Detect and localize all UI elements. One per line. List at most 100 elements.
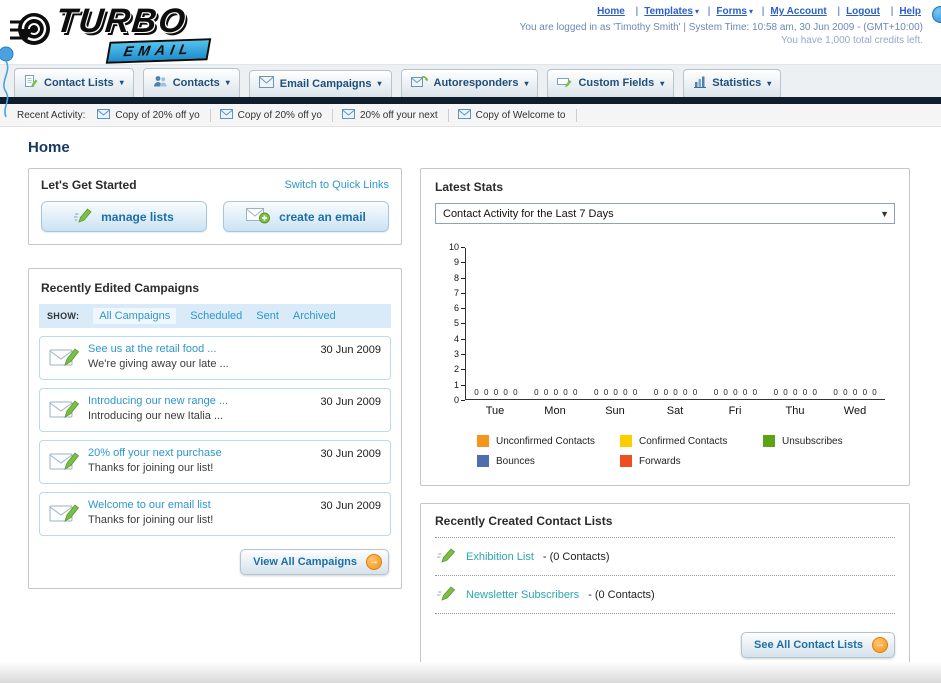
y-axis-label: 8 <box>454 273 465 283</box>
recent-activity-item[interactable]: 20% off your next <box>341 108 449 122</box>
campaign-list-item[interactable]: 20% off your next purchase Thanks for jo… <box>39 440 391 484</box>
bar-value-label: 0 <box>802 388 808 397</box>
tab-autoresponders[interactable]: Autoresponders ▾ <box>400 69 539 97</box>
top-nav-link[interactable]: Help <box>899 6 921 17</box>
chart-legend: Unconfirmed Contacts Confirmed Contacts Un… <box>477 435 909 467</box>
bar-value-label: 0 <box>862 388 868 397</box>
y-axis-label: 3 <box>454 350 465 359</box>
header: TURBO EMAIL Home Templates▾ Forms▾ My Ac… <box>0 0 941 118</box>
top-nav-item[interactable]: Templates▾ <box>630 6 699 17</box>
chart-plot: 00000000000000000000000000000000000 <box>465 248 885 400</box>
campaign-filter-link[interactable]: Sent <box>256 310 279 322</box>
envelope-pencil-icon <box>49 344 80 373</box>
bar-value-label: 0 <box>752 388 758 397</box>
see-all-contact-lists-button[interactable]: See All Contact Lists → <box>740 632 895 658</box>
recent-activity-item[interactable]: Copy of 20% off yo <box>97 108 211 122</box>
recent-activity-item-label: Copy of 20% off yo <box>237 109 322 121</box>
contact-list-name-link[interactable]: Newsletter Subscribers <box>466 589 579 601</box>
tab-label: Email Campaigns <box>279 77 372 90</box>
turbo-email-logo[interactable]: TURBO EMAIL <box>10 2 280 64</box>
legend-item: Confirmed Contacts <box>620 435 763 447</box>
switch-quick-links-link[interactable]: Switch to Quick Links <box>284 179 389 191</box>
manage-lists-button[interactable]: manage lists <box>41 201 207 232</box>
x-axis-label: Fri <box>728 405 742 417</box>
envelope-plus-icon <box>246 207 271 227</box>
envelope-icon <box>457 108 471 122</box>
recent-activity-item-label: Copy of 20% off yo <box>115 109 200 121</box>
contact-list-item[interactable]: Newsletter Subscribers - (0 Contacts) <box>435 575 895 613</box>
recent-activity-item[interactable]: Copy of Welcome to <box>457 108 577 122</box>
top-nav-item[interactable]: Help <box>885 6 923 17</box>
campaign-list-item[interactable]: Welcome to our email list Thanks for joi… <box>39 492 391 536</box>
tab-statistics[interactable]: Statistics ▾ <box>683 69 782 97</box>
bar-value-label: 0 <box>603 388 609 397</box>
campaign-list-item[interactable]: See us at the retail food ... We're givi… <box>39 336 391 380</box>
x-axis-label: Sun <box>605 405 625 417</box>
show-label: SHOW: <box>47 311 80 321</box>
chart-bar-group: 00000 <box>705 388 765 399</box>
bar-value-label: 0 <box>593 388 599 397</box>
top-nav-link[interactable]: My Account <box>770 6 826 17</box>
arrow-right-icon: → <box>872 637 888 653</box>
contact-list-detail: - (0 Contacts) <box>542 550 610 563</box>
campaign-subtitle: Thanks for joining our list! <box>88 514 214 526</box>
statistics-icon <box>693 75 707 91</box>
create-email-label: create an email <box>279 209 366 224</box>
tab-contact-lists[interactable]: Contact Lists ▾ <box>14 68 134 97</box>
stats-period-value: Contact Activity for the Last 7 Days <box>443 207 614 220</box>
top-nav-link[interactable]: Logout <box>846 6 880 17</box>
x-axis-label: Wed <box>843 405 867 417</box>
latest-stats-panel: Latest Stats Contact Activity for the La… <box>420 168 910 486</box>
bar-value-label: 0 <box>663 388 669 397</box>
legend-swatch <box>477 435 489 447</box>
autoresponders-icon <box>410 75 428 91</box>
pencil-icon <box>74 207 92 226</box>
recent-activity-label: Recent Activity: <box>17 109 86 121</box>
y-axis-label: 7 <box>454 288 465 298</box>
tab-custom-fields[interactable]: Custom Fields ▾ <box>547 69 675 97</box>
stats-period-dropdown[interactable]: Contact Activity for the Last 7 Days ▼ <box>435 203 895 224</box>
contact-lists-panel-title: Recently Created Contact Lists <box>435 514 613 528</box>
legend-swatch <box>477 455 489 467</box>
top-nav-link[interactable]: Templates <box>644 6 693 17</box>
top-nav-item[interactable]: My Account <box>756 6 829 17</box>
bar-value-label: 0 <box>623 388 628 397</box>
envelope-icon <box>97 108 111 122</box>
top-nav-item[interactable]: Logout <box>831 6 881 17</box>
page-title: Home <box>28 139 70 156</box>
campaign-title-link[interactable]: 20% off your next purchase <box>88 447 311 459</box>
top-nav-item[interactable]: Forms▾ <box>702 6 753 17</box>
top-nav-link[interactable]: Forms <box>716 6 747 17</box>
recent-activity-item[interactable]: Copy of 20% off yo <box>219 108 333 122</box>
bar-value-label: 0 <box>833 388 838 397</box>
bar-value-label: 0 <box>493 388 499 397</box>
get-started-title: Let's Get Started <box>41 178 137 192</box>
campaign-filter-link[interactable]: Archived <box>293 310 336 322</box>
nav-divider-bar <box>0 97 941 104</box>
bar-value-label: 0 <box>483 388 489 397</box>
campaign-list-item[interactable]: Introducing our new range ... Introducin… <box>39 388 391 432</box>
campaign-filter-link[interactable]: All Campaigns <box>93 308 177 324</box>
campaign-filter-link[interactable]: Scheduled <box>190 310 242 322</box>
bar-value-label: 0 <box>673 388 678 397</box>
campaigns-panel-title: Recently Edited Campaigns <box>41 281 200 295</box>
chevron-down-icon: ▾ <box>225 78 230 87</box>
contact-list-item[interactable]: Exhibition List - (0 Contacts) <box>435 537 895 575</box>
campaign-title-link[interactable]: Introducing our new range ... <box>88 395 311 407</box>
chevron-down-icon: ▾ <box>660 78 665 88</box>
tab-contacts[interactable]: Contacts ▾ <box>142 68 240 97</box>
contact-list-name-link[interactable]: Exhibition List <box>466 551 534 563</box>
campaign-title-link[interactable]: See us at the retail food ... <box>88 343 311 355</box>
top-nav-item[interactable]: Home <box>597 6 627 17</box>
main-content: Home Let's Get Started Switch to Quick L… <box>0 127 941 673</box>
tab-email-campaigns[interactable]: Email Campaigns ▾ <box>248 70 392 97</box>
legend-swatch <box>763 435 775 447</box>
create-email-button[interactable]: create an email <box>223 201 389 232</box>
logo-text-turbo: TURBO <box>54 2 189 40</box>
view-all-campaigns-button[interactable]: View All Campaigns → <box>240 549 389 575</box>
campaign-date: 30 Jun 2009 <box>320 448 381 460</box>
campaign-date: 30 Jun 2009 <box>320 344 381 356</box>
top-nav-link[interactable]: Home <box>597 6 625 17</box>
campaign-title-link[interactable]: Welcome to our email list <box>88 499 311 511</box>
y-axis-label: 6 <box>454 304 465 313</box>
